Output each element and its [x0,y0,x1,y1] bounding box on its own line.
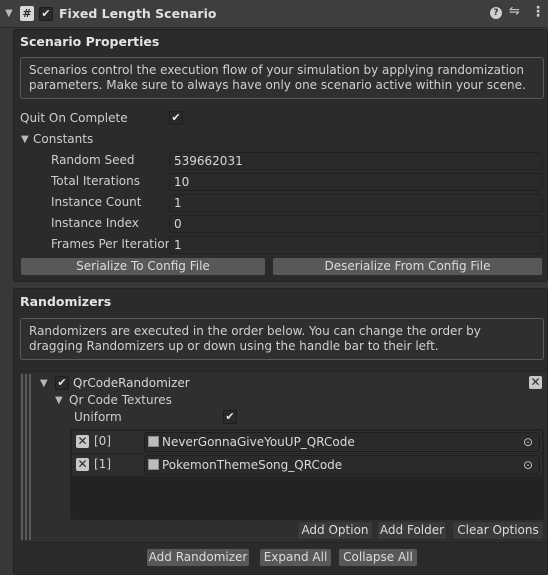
scenario-properties-panel: Scenario Properties Scenarios control th… [13,29,548,282]
uniform-label: Uniform [74,410,122,424]
list-item: ✕ [1] PokemonThemeSong_QRCode ⊙ [72,454,542,476]
textures-foldout-icon[interactable]: ▼ [55,395,63,406]
constants-foldout-icon[interactable]: ▼ [21,134,29,145]
menu-icon[interactable]: ⋮ [531,4,545,20]
expand-all-button[interactable]: Expand All [259,548,332,567]
texture-name: NeverGonnaGiveYouUP_QRCode [162,435,355,449]
script-icon: # [20,6,34,21]
help-icon[interactable]: ? [490,7,502,19]
frames-per-iteration-field[interactable]: 1 [169,236,543,254]
remove-option-icon[interactable]: ✕ [76,435,89,448]
instance-index-field[interactable]: 0 [169,215,543,233]
deserialize-config-button[interactable]: Deserialize From Config File [272,257,543,276]
remove-randomizer-icon[interactable]: ✕ [529,376,542,389]
add-option-button[interactable]: Add Option [297,521,373,540]
drag-handle-bar[interactable] [21,374,23,540]
remove-option-icon[interactable]: ✕ [76,458,89,471]
foldout-arrow-icon[interactable]: ▼ [5,8,13,19]
quit-on-complete-label: Quit On Complete [20,111,128,125]
randomizers-help-box: Randomizers are executed in the order be… [20,318,544,360]
options-list: ✕ [0] NeverGonnaGiveYouUP_QRCode ⊙ ✕ [1]… [70,429,544,520]
instance-index-label: Instance Index [51,216,139,230]
randomizer-name: QrCodeRandomizer [73,376,190,390]
drag-handle-bar-2[interactable] [25,374,27,540]
collapse-all-button[interactable]: Collapse All [338,548,418,567]
instance-count-label: Instance Count [51,195,142,209]
randomizer-foldout-icon[interactable]: ▼ [40,378,48,389]
texture-icon [148,436,159,447]
texture-icon [148,459,159,470]
scenario-help-box: Scenarios control the execution flow of … [20,57,544,99]
option-index: [1] [94,457,111,471]
drag-handle-bar-3[interactable] [29,374,31,540]
serialize-config-button[interactable]: Serialize To Config File [20,257,266,276]
quit-on-complete-checkbox[interactable]: ✔ [169,111,183,125]
instance-count-field[interactable]: 1 [169,194,543,212]
object-picker-icon[interactable]: ⊙ [523,435,533,449]
presets-icon[interactable]: ⇋ [509,4,520,19]
random-seed-field[interactable]: 539662031 [169,152,543,170]
component-enabled-checkbox[interactable]: ✔ [39,7,53,21]
component-header: ▼ # ✔ Fixed Length Scenario ? ⇋ ⋮ [0,0,548,28]
random-seed-label: Random Seed [51,153,135,167]
textures-foldout-label[interactable]: Qr Code Textures [69,393,172,407]
qrcode-randomizer-item: ▼ ✔ QrCodeRandomizer ✕ ▼ Qr Code Texture… [18,371,548,543]
constants-foldout-label[interactable]: Constants [33,132,93,146]
frames-per-iteration-label: Frames Per Iteration [51,237,173,251]
total-iterations-field[interactable]: 10 [169,173,543,191]
randomizers-title: Randomizers [20,294,112,309]
add-randomizer-button[interactable]: Add Randomizer [146,548,250,567]
texture-object-field[interactable]: PokemonThemeSong_QRCode ⊙ [144,455,540,475]
scenario-properties-title: Scenario Properties [20,34,160,49]
component-title: Fixed Length Scenario [59,6,217,21]
total-iterations-label: Total Iterations [51,174,140,188]
uniform-checkbox[interactable]: ✔ [223,410,237,424]
add-folder-button[interactable]: Add Folder [377,521,447,540]
randomizer-enabled-checkbox[interactable]: ✔ [55,376,69,390]
texture-name: PokemonThemeSong_QRCode [162,458,343,472]
option-index: [0] [94,434,111,448]
randomizers-panel: Randomizers Randomizers are executed in … [13,288,548,575]
object-picker-icon[interactable]: ⊙ [523,458,533,472]
texture-object-field[interactable]: NeverGonnaGiveYouUP_QRCode ⊙ [144,432,540,452]
clear-options-button[interactable]: Clear Options [452,521,544,540]
list-item: ✕ [0] NeverGonnaGiveYouUP_QRCode ⊙ [72,431,542,453]
